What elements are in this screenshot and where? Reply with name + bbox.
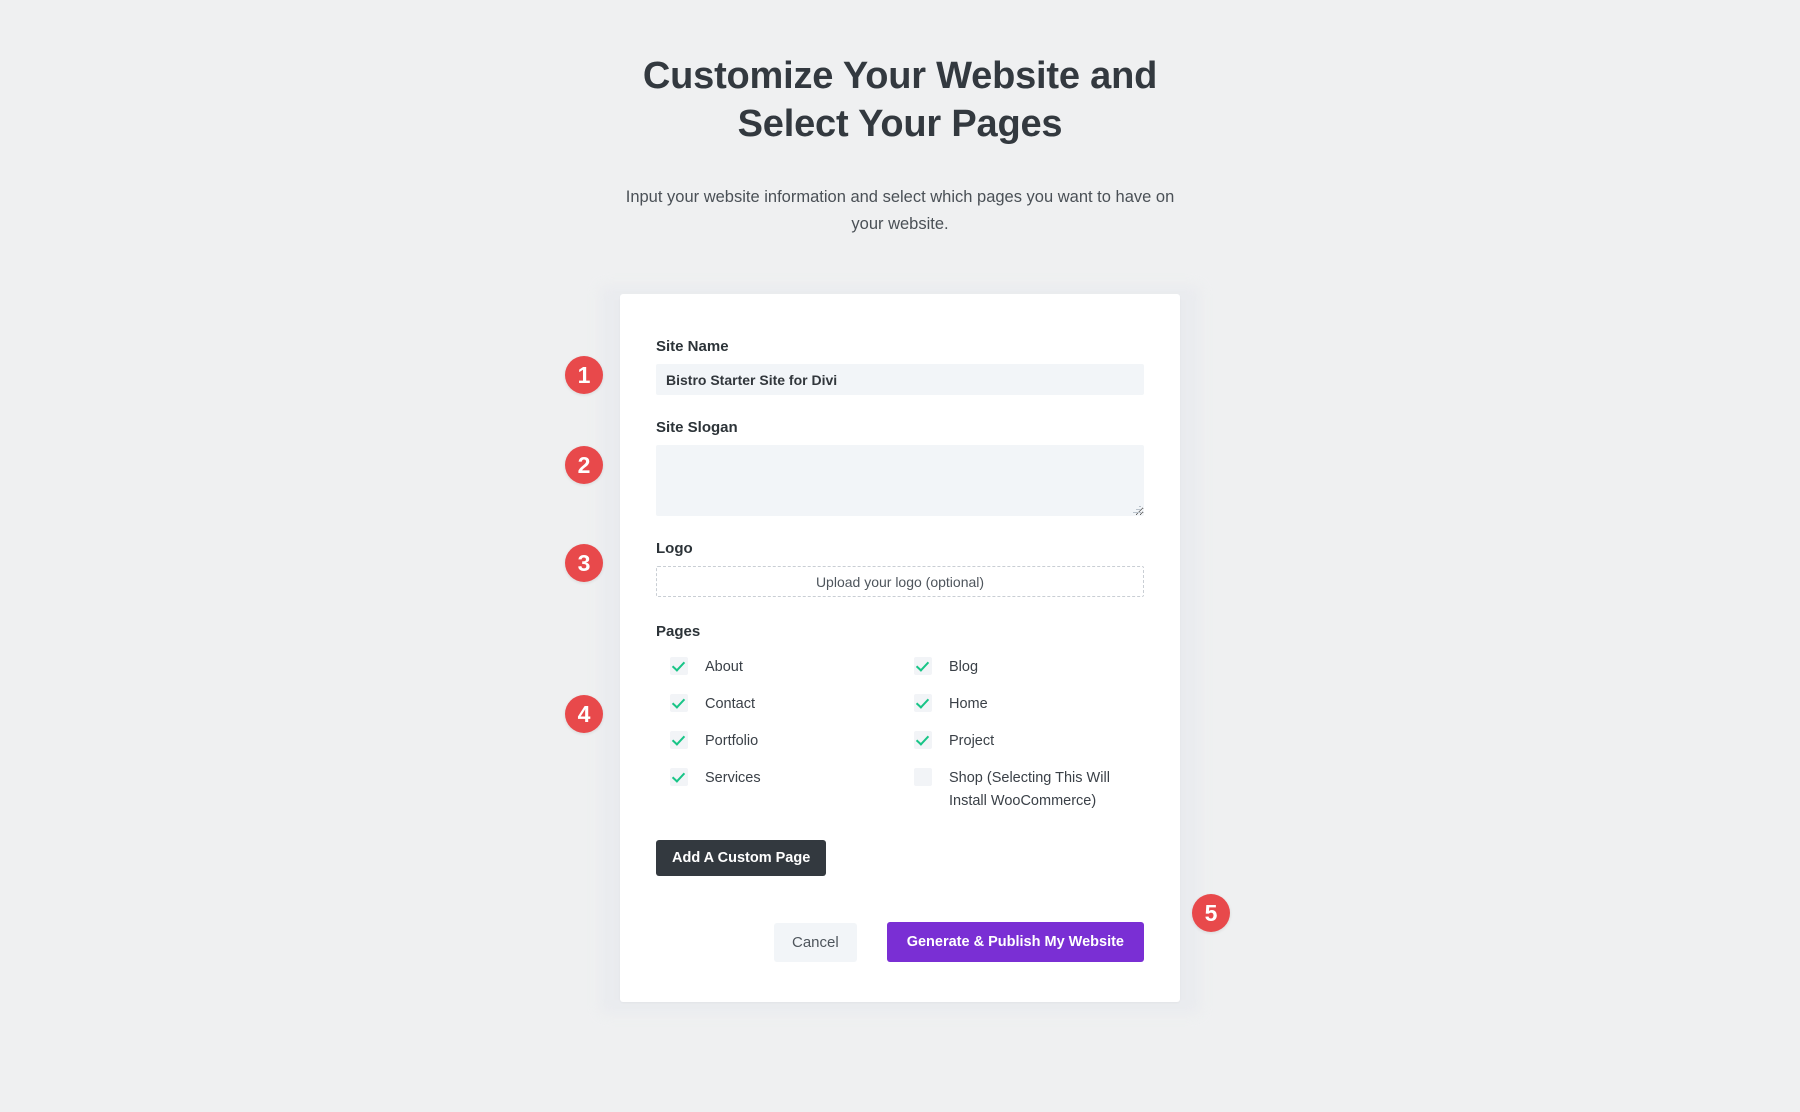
cancel-button[interactable]: Cancel	[774, 922, 857, 962]
site-slogan-field-group: Site Slogan	[656, 419, 1144, 516]
wizard-card: Site Name Site Slogan Logo Upload your l…	[620, 294, 1180, 1002]
page-option-services[interactable]: Services	[656, 760, 900, 820]
pages-checkbox-grid: About Blog Contact Home Portfolio Project Serv…	[656, 649, 1144, 820]
step-badge-3: 3	[565, 544, 603, 582]
page-option-label: Portfolio	[705, 733, 759, 749]
page-option-portfolio[interactable]: Portfolio	[656, 723, 900, 760]
page-option-label: Project	[949, 733, 995, 749]
page-option-label: Blog	[949, 659, 979, 675]
add-custom-page-row: Add A Custom Page	[656, 840, 1144, 876]
page-option-contact[interactable]: Contact	[656, 686, 900, 723]
site-slogan-textarea[interactable]	[656, 445, 1144, 516]
page-option-shop[interactable]: Shop (Selecting This Will Install WooCom…	[900, 760, 1144, 820]
step-badge-4: 4	[565, 695, 603, 733]
page-subtitle: Input your website information and selec…	[625, 188, 1175, 233]
page-title: Customize Your Website and Select Your P…	[642, 55, 1158, 145]
card-footer: Cancel Generate & Publish My Website	[656, 922, 1144, 962]
step-badge-1: 1	[565, 356, 603, 394]
site-name-field-group: Site Name	[656, 338, 1144, 395]
generate-publish-button[interactable]: Generate & Publish My Website	[886, 922, 1144, 962]
wizard-page: Customize Your Website and Select Your P…	[0, 0, 1800, 1112]
site-name-input[interactable]	[656, 364, 1144, 395]
logo-label: Logo	[656, 540, 693, 557]
pages-label: Pages	[656, 623, 701, 640]
step-badge-2: 2	[565, 446, 603, 484]
page-option-label: Services	[705, 770, 761, 786]
step-badge-5: 5	[1192, 894, 1230, 932]
checkbox-checked-icon[interactable]	[670, 768, 688, 786]
site-name-label: Site Name	[656, 338, 729, 355]
checkbox-checked-icon[interactable]	[914, 657, 932, 675]
page-option-label: Contact	[705, 696, 755, 712]
page-option-project[interactable]: Project	[900, 723, 1144, 760]
checkbox-checked-icon[interactable]	[914, 694, 932, 712]
page-option-label: Home	[949, 696, 988, 712]
checkbox-checked-icon[interactable]	[670, 657, 688, 675]
page-option-label: About	[705, 659, 743, 675]
logo-field-group: Logo Upload your logo (optional)	[656, 540, 1144, 597]
site-slogan-label: Site Slogan	[656, 419, 738, 436]
pages-field-group: Pages About Blog Contact Home Portfolio Proje…	[656, 623, 1144, 820]
logo-upload-dropzone[interactable]: Upload your logo (optional)	[656, 566, 1144, 597]
logo-upload-label: Upload your logo (optional)	[815, 573, 985, 590]
page-option-home[interactable]: Home	[900, 686, 1144, 723]
checkbox-checked-icon[interactable]	[670, 731, 688, 749]
wizard-card-wrapper: 1 2 3 4 5 Site Name Site Slogan Logo Upl…	[565, 286, 1230, 1014]
checkbox-checked-icon[interactable]	[914, 731, 932, 749]
page-header: Customize Your Website and Select Your P…	[620, 52, 1180, 238]
page-option-blog[interactable]: Blog	[900, 649, 1144, 686]
add-custom-page-button[interactable]: Add A Custom Page	[656, 840, 827, 876]
page-option-label: Shop (Selecting This Will Install WooCom…	[949, 770, 1110, 809]
checkbox-checked-icon[interactable]	[670, 694, 688, 712]
checkbox-unchecked-icon[interactable]	[914, 768, 932, 786]
page-option-about[interactable]: About	[656, 649, 900, 686]
